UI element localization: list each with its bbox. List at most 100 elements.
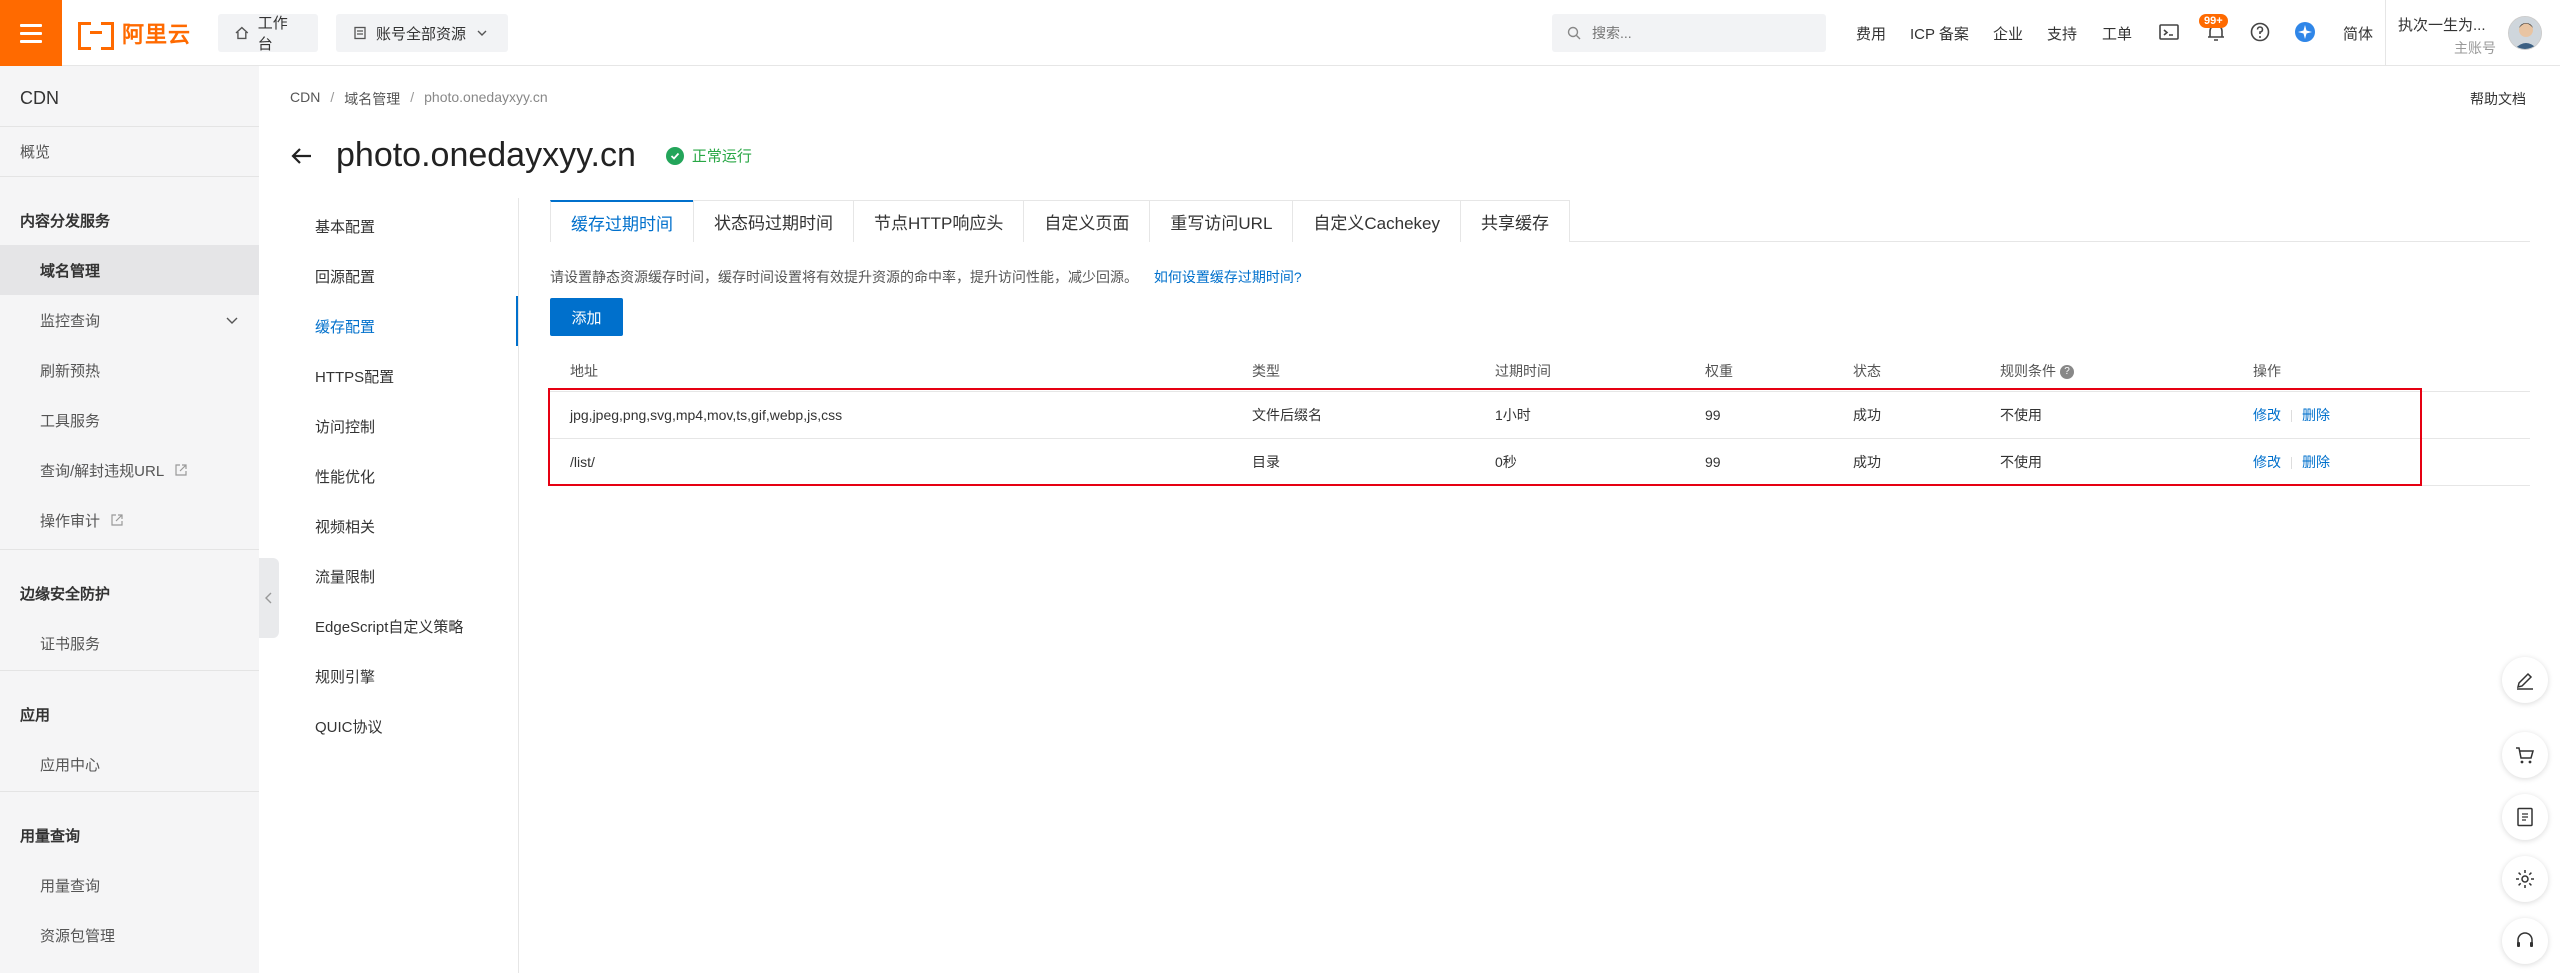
subnav-cache[interactable]: 缓存配置	[315, 316, 375, 337]
list-icon	[354, 26, 366, 40]
tab-rewrite-url[interactable]: 重写访问URL	[1149, 200, 1294, 242]
settings-button[interactable]	[2502, 856, 2548, 902]
header-condition-label: 规则条件	[2000, 362, 2056, 379]
aliyun-logo[interactable]: 阿里云	[78, 18, 192, 50]
tip-help-link[interactable]: 如何设置缓存过期时间?	[1154, 269, 1302, 285]
tab-http-header[interactable]: 节点HTTP响应头	[853, 200, 1025, 242]
section-label: 内容分发服务	[20, 212, 111, 230]
sidebar-item-label: 应用中心	[40, 756, 101, 774]
question-icon[interactable]: ?	[2060, 364, 2074, 379]
search-box[interactable]	[1552, 14, 1826, 52]
subnav-quic[interactable]: QUIC协议	[315, 716, 383, 737]
tab-shared-cache[interactable]: 共享缓存	[1460, 200, 1571, 242]
sidebar-item-app-center[interactable]: 应用中心	[0, 739, 259, 789]
search-input[interactable]	[1592, 25, 1792, 41]
sidebar-item-monitor[interactable]: 监控查询	[0, 295, 259, 345]
feedback-button[interactable]	[2502, 657, 2548, 703]
tip-text: 请设置静态资源缓存时间，缓存时间设置将有效提升资源的命中率，提升访问性能，减少回…	[550, 267, 1302, 287]
cache-rules-table: 地址 类型 过期时间 权重 状态 规则条件? 操作 jpg,jpeg,png,s…	[550, 350, 2530, 486]
status-text: 正常运行	[691, 148, 752, 165]
subnav-performance[interactable]: 性能优化	[315, 466, 375, 487]
page-title: photo.onedayxyy.cn	[336, 136, 636, 174]
header-status: 状态	[1853, 362, 1881, 379]
document-button[interactable]	[2502, 794, 2548, 840]
row-type: 文件后缀名	[1252, 407, 1322, 423]
edit-icon	[2516, 672, 2533, 690]
logo-text: 阿里云	[122, 22, 192, 47]
subnav-rule-engine[interactable]: 规则引擎	[315, 666, 375, 687]
row-expire: 1小时	[1495, 407, 1531, 423]
sidebar-item-cert[interactable]: 证书服务	[0, 618, 259, 668]
chevron-left-icon	[265, 592, 272, 604]
row-expire: 0秒	[1495, 454, 1517, 470]
breadcrumb-domain-management[interactable]: 域名管理	[344, 89, 400, 109]
sidebar-item-overview[interactable]: 概览	[0, 126, 259, 176]
help-doc-link[interactable]: 帮助文档	[2470, 89, 2526, 109]
row-address: /list/	[570, 454, 595, 470]
sidebar-section-app: 应用	[0, 689, 259, 739]
add-button[interactable]: 添加	[550, 298, 623, 336]
sidebar-section-content: 内容分发服务	[0, 195, 259, 245]
divider	[0, 670, 259, 671]
tab-cache-expiry[interactable]: 缓存过期时间	[550, 200, 694, 242]
header-address: 地址	[570, 362, 598, 379]
user-name[interactable]: 执次一生为...	[2398, 14, 2486, 35]
edit-link[interactable]: 修改	[2253, 454, 2281, 470]
delete-link[interactable]: 删除	[2302, 454, 2330, 470]
top-link-fees[interactable]: 费用	[1856, 23, 1886, 44]
sidebar-item-usage-query[interactable]: 用量查询	[0, 860, 259, 910]
sidebar-item-domain-management[interactable]: 域名管理	[0, 245, 259, 295]
cart-button[interactable]	[2502, 732, 2548, 778]
tab-custom-page[interactable]: 自定义页面	[1023, 200, 1151, 242]
sidebar-item-audit[interactable]: 操作审计	[0, 495, 259, 545]
customer-service-button[interactable]	[2502, 918, 2548, 964]
language-switch[interactable]: 简体	[2343, 23, 2373, 44]
row-status: 成功	[1853, 454, 1881, 470]
edit-link[interactable]: 修改	[2253, 407, 2281, 423]
tip-description: 请设置静态资源缓存时间，缓存时间设置将有效提升资源的命中率，提升访问性能，减少回…	[550, 269, 1138, 285]
avatar[interactable]	[2508, 16, 2542, 50]
breadcrumb-cdn[interactable]: CDN	[290, 89, 320, 109]
sidebar-item-tools[interactable]: 工具服务	[0, 395, 259, 445]
workbench-button[interactable]: 工作台	[218, 14, 318, 53]
sidebar-section-security: 边缘安全防护	[0, 568, 259, 618]
delete-link[interactable]: 删除	[2302, 407, 2330, 423]
status-badge: 正常运行	[665, 145, 752, 166]
subnav-access-control[interactable]: 访问控制	[315, 416, 375, 437]
sidebar-item-label: 资源包管理	[40, 927, 116, 945]
subnav-basic[interactable]: 基本配置	[315, 216, 375, 237]
top-link-ticket[interactable]: 工单	[2102, 23, 2132, 44]
hamburger-menu-button[interactable]	[0, 0, 62, 66]
sidebar-collapse-handle[interactable]	[259, 558, 279, 638]
tab-cachekey[interactable]: 自定义Cachekey	[1292, 200, 1462, 242]
chevron-down-icon	[226, 317, 238, 324]
sidebar-item-refresh[interactable]: 刷新预热	[0, 345, 259, 395]
section-label: 用量查询	[20, 827, 81, 845]
subnav-origin[interactable]: 回源配置	[315, 266, 375, 287]
resource-selector[interactable]: 账号全部资源	[336, 14, 508, 52]
header-condition: 规则条件?	[2000, 361, 2074, 381]
tab-status-code-expiry[interactable]: 状态码过期时间	[693, 200, 854, 242]
row-operations: 修改 删除	[2253, 405, 2330, 425]
back-arrow-icon[interactable]	[290, 144, 314, 168]
terminal-icon[interactable]	[2157, 20, 2181, 44]
subnav-traffic-limit[interactable]: 流量限制	[315, 566, 375, 587]
subnav-video[interactable]: 视频相关	[315, 516, 375, 537]
headset-icon	[2517, 932, 2533, 947]
divider	[0, 549, 259, 550]
notification-badge: 99+	[2199, 14, 2228, 28]
subnav-https[interactable]: HTTPS配置	[315, 366, 394, 387]
sidebar-item-query-url[interactable]: 查询/解封违规URL	[0, 445, 259, 495]
divider	[0, 791, 259, 792]
user-divider	[2385, 0, 2386, 66]
subnav-edgescript[interactable]: EdgeScript自定义策略	[315, 616, 463, 637]
breadcrumb-current: photo.onedayxyy.cn	[424, 89, 548, 105]
breadcrumb-separator: /	[330, 89, 335, 105]
top-link-icp[interactable]: ICP 备案	[1910, 23, 1969, 44]
section-label: 边缘安全防护	[20, 585, 111, 603]
help-icon[interactable]	[2248, 20, 2272, 44]
top-link-enterprise[interactable]: 企业	[1993, 23, 2023, 44]
sidebar-item-package[interactable]: 资源包管理	[0, 910, 259, 960]
assistant-icon[interactable]	[2293, 20, 2317, 44]
top-link-support[interactable]: 支持	[2047, 23, 2077, 44]
